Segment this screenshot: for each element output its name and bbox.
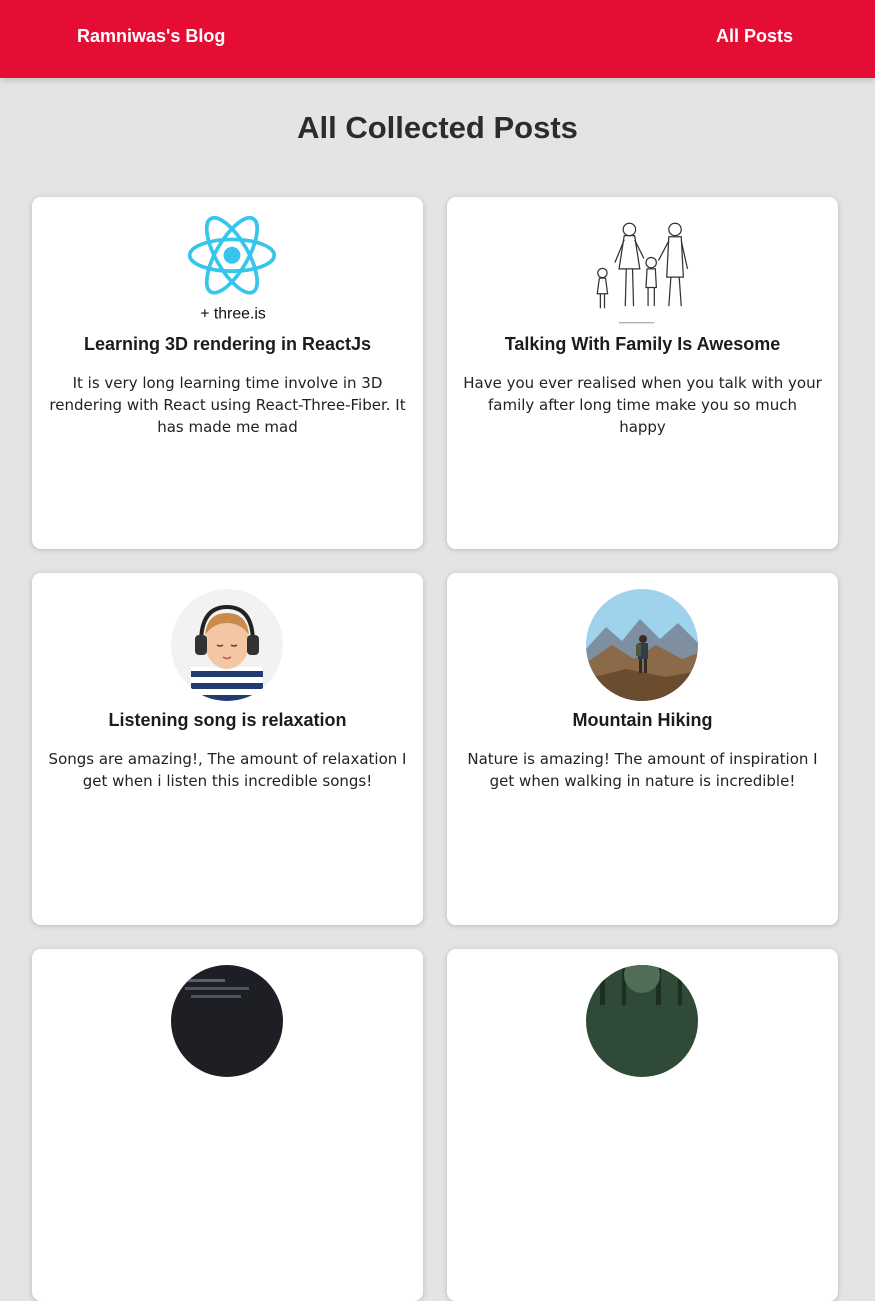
post-card[interactable]: + three.js Learning 3D rendering in Reac… <box>32 197 423 549</box>
logo-caption: + three.js <box>200 306 266 319</box>
hiker-mountains-image <box>586 589 698 701</box>
post-title: Learning 3D rendering in ReactJs <box>83 334 372 354</box>
all-posts-link[interactable]: All Posts <box>716 26 793 47</box>
post-card[interactable] <box>447 949 838 1301</box>
post-card[interactable]: Listening song is relaxation Songs are a… <box>32 573 423 925</box>
post-title: Mountain Hiking <box>572 710 713 730</box>
family-sketch-image <box>590 217 698 325</box>
page-title: All Collected Posts <box>297 110 578 145</box>
navbar: Ramniwas's Blog All Posts <box>0 0 875 78</box>
post-title: Talking With Family Is Awesome <box>504 334 781 354</box>
dark-code-thumbnail-image <box>171 965 283 1077</box>
post-card[interactable]: Mountain Hiking Nature is amazing! The a… <box>447 573 838 925</box>
post-card[interactable]: Talking With Family Is Awesome Have you … <box>447 197 838 549</box>
blog-brand-link[interactable]: Ramniwas's Blog <box>77 26 225 47</box>
post-description: Songs are amazing!, The amount of relaxa… <box>48 750 407 790</box>
child-with-headphones-image <box>171 589 283 701</box>
post-description: Nature is amazing! The amount of inspira… <box>467 750 818 790</box>
post-description: It is very long learning time involve in… <box>49 374 406 436</box>
post-description: Have you ever realised when you talk wit… <box>463 374 822 436</box>
post-title: Listening song is relaxation <box>108 710 347 730</box>
react-three-js-logo: + three.js <box>177 213 277 319</box>
forest-thumbnail-image <box>586 965 698 1077</box>
post-card[interactable] <box>32 949 423 1301</box>
